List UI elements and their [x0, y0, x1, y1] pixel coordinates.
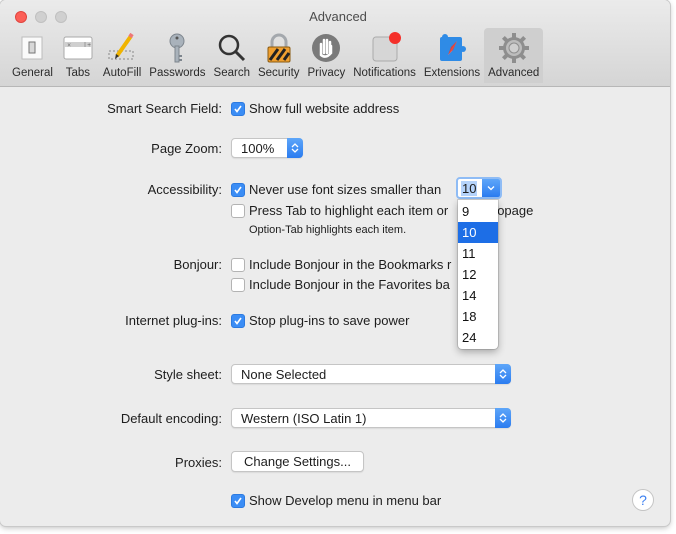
change-settings-button[interactable]: Change Settings...: [231, 451, 364, 472]
checkbox-checked-icon: [231, 313, 245, 328]
stop-plugins-checkbox[interactable]: Stop plug-ins to save power: [231, 313, 409, 328]
updown-arrows-icon: [495, 408, 511, 428]
chevron-down-icon: [482, 179, 500, 197]
toolbar: General × + Tabs AutoFill Passwords Sear…: [8, 28, 544, 85]
menu-item-9[interactable]: 9: [458, 201, 498, 222]
bonjour-bookmarks-checkbox[interactable]: Include Bonjour in the Bookmarks r: [231, 257, 451, 272]
menu-item-18[interactable]: 18: [458, 306, 498, 327]
puzzle-compass-icon: [435, 31, 469, 65]
svg-text:×: ×: [67, 43, 71, 49]
smart-search-label: Smart Search Field:: [107, 101, 222, 116]
menu-item-14[interactable]: 14: [458, 285, 498, 306]
tabs-icon: × +: [61, 31, 95, 65]
encoding-select[interactable]: Western (ISO Latin 1): [231, 408, 511, 428]
advanced-pane: Smart Search Field: Show full website ad…: [0, 87, 670, 526]
tab-passwords[interactable]: Passwords: [145, 28, 209, 83]
show-develop-menu-checkbox[interactable]: Show Develop menu in menu bar: [231, 493, 441, 508]
menu-item-12[interactable]: 12: [458, 264, 498, 285]
tab-tabs[interactable]: × + Tabs: [57, 28, 99, 83]
window-title: Advanced: [309, 9, 367, 24]
bonjour-label: Bonjour:: [173, 257, 222, 272]
style-sheet-select[interactable]: None Selected: [231, 364, 511, 384]
bonjour-favorites-checkbox[interactable]: Include Bonjour in the Favorites ba: [231, 277, 450, 292]
tab-autofill[interactable]: AutoFill: [99, 28, 145, 83]
hand-icon: [309, 31, 343, 65]
titlebar: Advanced General × + Tabs AutoFill Passw…: [0, 0, 670, 87]
menu-item-11[interactable]: 11: [458, 243, 498, 264]
preferences-window: Advanced General × + Tabs AutoFill Passw…: [0, 0, 670, 526]
checkbox-unchecked-icon: [231, 277, 245, 292]
help-button[interactable]: ?: [632, 489, 654, 511]
encoding-label: Default encoding:: [120, 411, 222, 426]
min-font-size-checkbox[interactable]: Never use font sizes smaller than: [231, 182, 441, 197]
plugins-label: Internet plug-ins:: [125, 313, 222, 328]
page-zoom-select[interactable]: 100%: [231, 138, 303, 158]
tab-search[interactable]: Search: [210, 28, 254, 83]
notifications-icon: [368, 31, 402, 65]
page-zoom-label: Page Zoom:: [151, 141, 222, 156]
menu-item-10[interactable]: 10: [458, 222, 498, 243]
svg-text:+: +: [87, 43, 91, 49]
font-size-menu: 9 10 11 12 14 18 24: [458, 200, 498, 349]
proxies-label: Proxies:: [175, 455, 222, 470]
tab-security[interactable]: Security: [254, 28, 304, 83]
menu-item-24[interactable]: 24: [458, 327, 498, 348]
tab-privacy[interactable]: Privacy: [304, 28, 350, 83]
tab-general[interactable]: General: [8, 28, 57, 83]
checkbox-unchecked-icon: [231, 203, 245, 218]
option-tab-note: Option-Tab highlights each item.: [249, 224, 407, 236]
checkbox-checked-icon: [231, 493, 245, 508]
accessibility-label: Accessibility:: [147, 182, 222, 197]
font-size-select[interactable]: 10: [456, 177, 502, 199]
pencil-icon: [105, 31, 139, 65]
lock-icon: [262, 31, 296, 65]
tab-extensions[interactable]: Extensions: [420, 28, 484, 83]
show-full-address-checkbox[interactable]: Show full website address: [231, 101, 399, 116]
updown-arrows-icon: [495, 364, 511, 384]
magnifier-icon: [215, 31, 249, 65]
checkbox-unchecked-icon: [231, 257, 245, 272]
updown-arrows-icon: [287, 138, 303, 158]
tab-notifications[interactable]: Notifications: [349, 28, 420, 83]
checkbox-checked-icon: [231, 182, 245, 197]
gear-icon: [497, 31, 531, 65]
key-icon: [160, 31, 194, 65]
tab-advanced[interactable]: Advanced: [484, 28, 544, 83]
style-sheet-label: Style sheet:: [154, 367, 222, 382]
checkbox-checked-icon: [231, 101, 245, 116]
general-switch-icon: [15, 31, 49, 65]
